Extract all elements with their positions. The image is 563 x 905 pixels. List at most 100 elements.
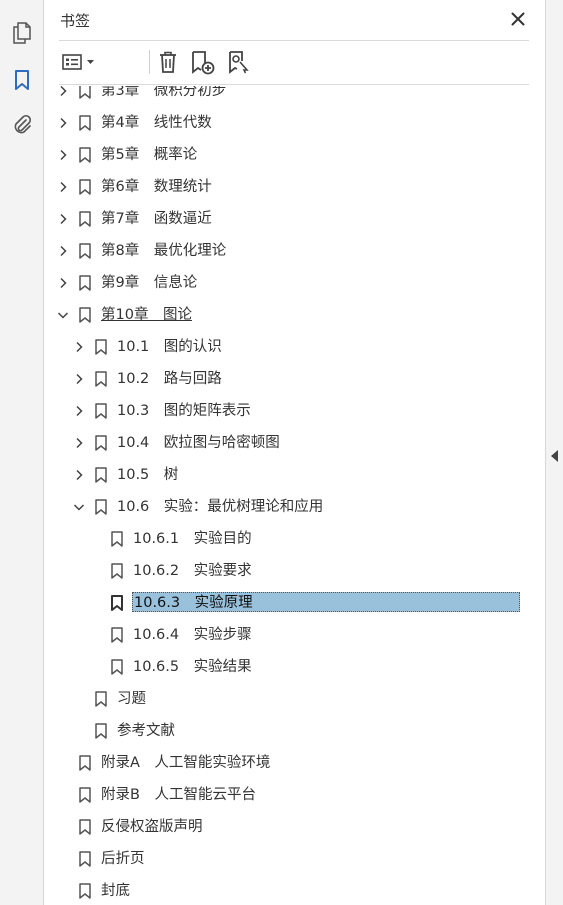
chevron-right-icon[interactable] [57, 181, 69, 193]
bookmark-icon [79, 179, 91, 195]
bookmark-item[interactable]: 10.3 图的矩阵表示 [45, 395, 523, 427]
bookmark-item[interactable]: 第5章 概率论 [45, 139, 523, 171]
bookmark-item[interactable]: 10.5 树 [45, 459, 523, 491]
divider [59, 40, 529, 41]
bookmark-icon [95, 403, 107, 419]
add-bookmark-button[interactable] [189, 48, 217, 76]
bookmark-item[interactable]: 10.4 欧拉图与哈密顿图 [45, 427, 523, 459]
bookmark-item[interactable]: 10.6 实验：最优树理论和应用 [45, 491, 523, 523]
bookmark-label: 封底 [101, 883, 130, 899]
chevron-down-icon[interactable] [57, 309, 69, 321]
bookmark-item[interactable]: 参考文献 [45, 715, 523, 747]
chevron-right-icon[interactable] [73, 469, 85, 481]
find-current-bookmark-button[interactable] [225, 48, 253, 76]
bookmark-icon [95, 467, 107, 483]
bookmark-icon [111, 531, 123, 547]
bookmark-label: 10.6.5 实验结果 [133, 659, 252, 675]
bookmark-icon [111, 627, 123, 643]
bookmark-item[interactable]: 附录B 人工智能云平台 [45, 779, 523, 811]
bookmark-icon [79, 115, 91, 131]
bookmark-item[interactable]: 第6章 数理统计 [45, 171, 523, 203]
navigation-rail [0, 0, 44, 905]
bookmark-icon [79, 851, 91, 867]
bookmark-tree: 第3章 微积分初步第4章 线性代数 第5章 概率论 第6章 数理统计 第7章 函数逼近… [45, 86, 523, 905]
bookmarks-panel: 书签 第3章 微积分初步 第4章 线性代数 第5章 概率论 第6章 数理统计 第… [45, 0, 545, 905]
chevron-right-icon[interactable] [73, 405, 85, 417]
bookmark-icon [79, 147, 91, 163]
bookmark-label: 10.4 欧拉图与哈密顿图 [117, 435, 280, 451]
bookmark-item[interactable]: 附录A 人工智能实验环境 [45, 747, 523, 779]
bookmark-item[interactable]: 10.6.2 实验要求 [45, 555, 523, 587]
chevron-right-icon[interactable] [57, 86, 69, 97]
bookmark-icon [79, 86, 91, 99]
chevron-down-icon[interactable] [73, 501, 85, 513]
bookmark-item[interactable]: 第7章 函数逼近 [45, 203, 523, 235]
bookmark-label: 10.2 路与回路 [117, 371, 222, 387]
bookmark-label: 后折页 [101, 851, 145, 867]
bookmark-label: 附录A 人工智能实验环境 [101, 755, 271, 771]
bookmark-item[interactable]: 第3章 微积分初步 [45, 86, 523, 107]
bookmark-item[interactable]: 10.6.1 实验目的 [45, 523, 523, 555]
bookmark-icon [79, 275, 91, 291]
bookmark-icon [95, 371, 107, 387]
bookmark-item[interactable]: 第10章 图论 [45, 299, 523, 331]
chevron-right-icon[interactable] [57, 149, 69, 161]
divider [59, 84, 529, 85]
bookmark-label: 第5章 概率论 [101, 147, 198, 163]
add-bookmark-icon [192, 51, 215, 75]
chevron-right-icon[interactable] [57, 117, 69, 129]
bookmark-icon [79, 883, 91, 899]
bookmark-icon[interactable] [8, 66, 36, 94]
bookmark-label: 10.6.3 实验原理 [132, 592, 520, 612]
bookmark-icon [95, 435, 107, 451]
bookmark-label: 反侵权盗版声明 [101, 819, 203, 835]
chevron-right-icon[interactable] [57, 213, 69, 225]
bookmark-item[interactable]: 反侵权盗版声明 [45, 811, 523, 843]
bookmark-label: 第6章 数理统计 [101, 179, 212, 195]
attachment-icon[interactable] [8, 111, 36, 139]
bookmark-icon [79, 819, 91, 835]
bookmarks-toolbar [59, 46, 529, 78]
chevron-right-icon[interactable] [73, 373, 85, 385]
chevron-right-icon[interactable] [57, 245, 69, 257]
bookmark-icon [95, 339, 107, 355]
bookmark-item[interactable]: 10.6.3 实验原理 [45, 587, 523, 619]
bookmark-item[interactable]: 第9章 信息论 [45, 267, 523, 299]
triangle-left-icon [551, 450, 558, 462]
bookmark-item[interactable]: 10.6.5 实验结果 [45, 651, 523, 683]
bookmark-label: 附录B 人工智能云平台 [101, 787, 256, 803]
bookmark-label: 第7章 函数逼近 [101, 211, 212, 227]
bookmark-icon [79, 787, 91, 803]
bookmark-item[interactable]: 后折页 [45, 843, 523, 875]
bookmark-icon [111, 563, 123, 579]
bookmark-item[interactable]: 封底 [45, 875, 523, 905]
bookmark-item[interactable]: 第8章 最优化理论 [45, 235, 523, 267]
bookmark-item[interactable]: 习题 [45, 683, 523, 715]
close-panel-button[interactable] [507, 8, 529, 30]
bookmark-label: 习题 [117, 691, 146, 707]
bookmark-label: 10.1 图的认识 [117, 339, 222, 355]
bookmark-icon [79, 755, 91, 771]
bookmark-icon [95, 691, 107, 707]
bookmark-item[interactable]: 第4章 线性代数 [45, 107, 523, 139]
bookmark-label: 第4章 线性代数 [101, 115, 212, 131]
bookmark-label: 第10章 图论 [101, 307, 192, 323]
panel-edge [545, 0, 563, 905]
chevron-right-icon[interactable] [57, 277, 69, 289]
close-icon [511, 12, 525, 26]
list-options-icon [62, 54, 94, 70]
bookmark-item[interactable]: 10.6.4 实验步骤 [45, 619, 523, 651]
bookmark-label: 10.6 实验：最优树理论和应用 [117, 499, 324, 515]
bookmark-icon [111, 659, 123, 675]
bookmark-item[interactable]: 10.1 图的认识 [45, 331, 523, 363]
bookmark-item[interactable]: 10.2 路与回路 [45, 363, 523, 395]
delete-bookmark-button[interactable] [155, 48, 181, 76]
bookmark-label: 10.6.4 实验步骤 [133, 627, 252, 643]
toolbar-divider [149, 50, 150, 74]
collapse-panel-button[interactable] [550, 448, 560, 464]
panel-title: 书签 [60, 12, 91, 30]
pages-icon[interactable] [8, 19, 36, 47]
options-menu-button[interactable] [59, 48, 99, 76]
chevron-right-icon[interactable] [73, 341, 85, 353]
chevron-right-icon[interactable] [73, 437, 85, 449]
